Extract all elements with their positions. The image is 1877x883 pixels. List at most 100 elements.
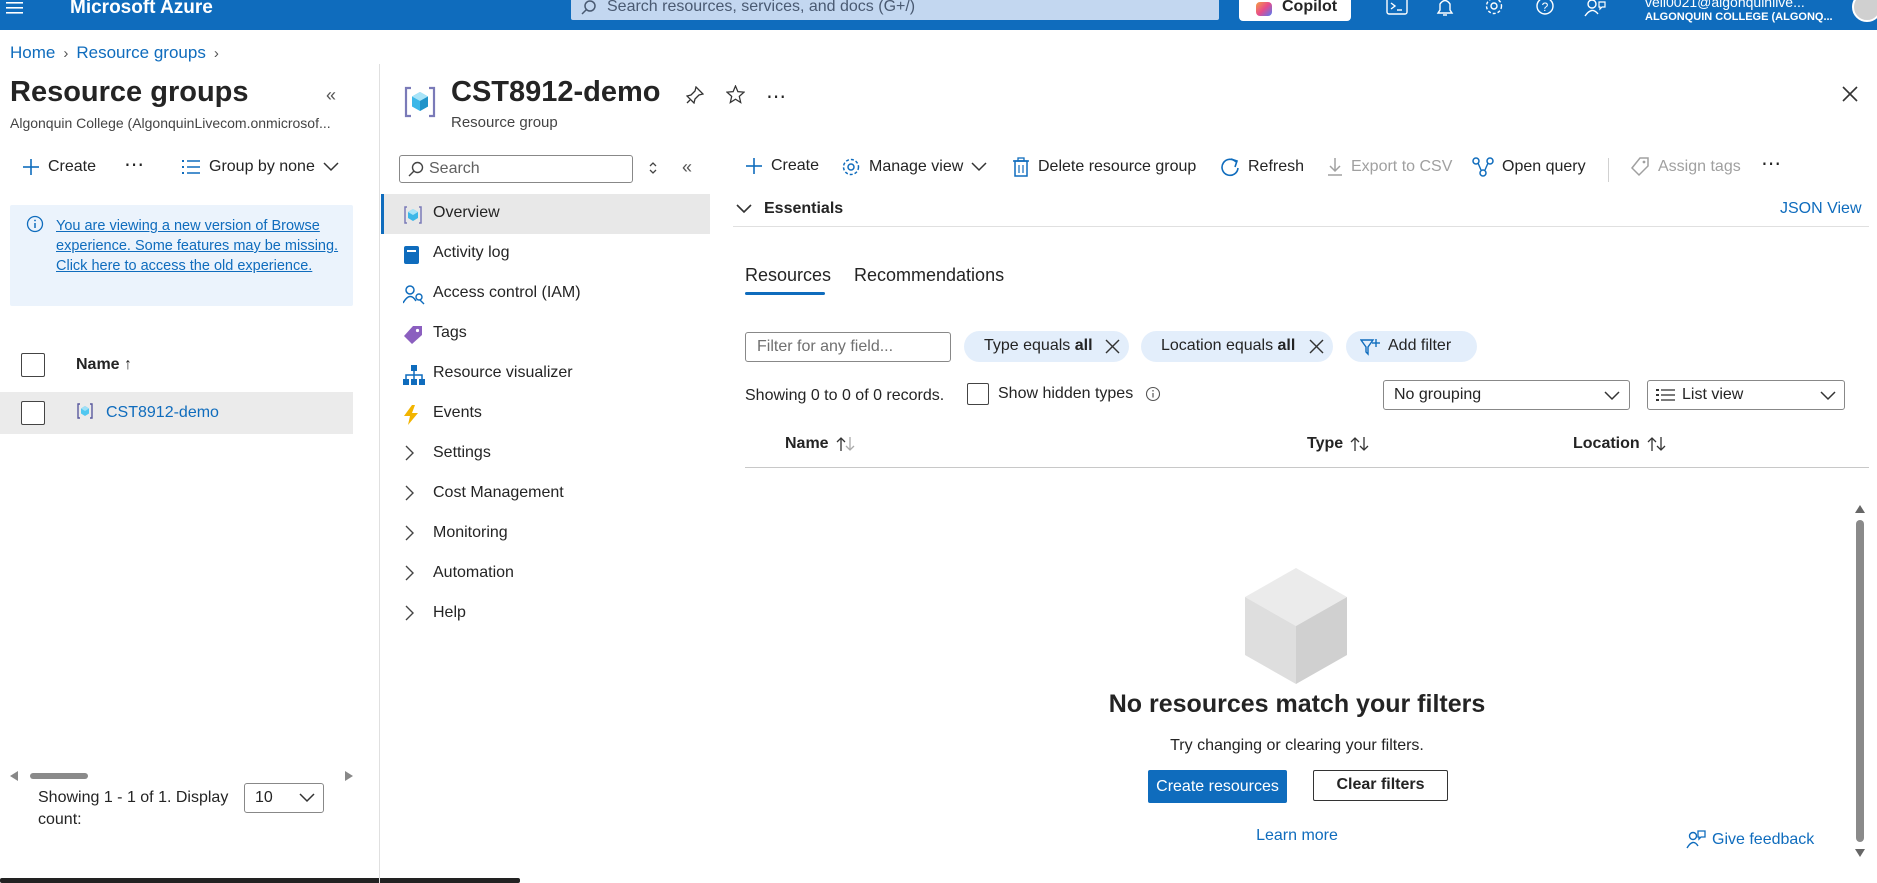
collapse-nav-icon[interactable]: « (682, 157, 692, 178)
filter-input[interactable]: Filter for any field... (745, 332, 951, 362)
grouping-select[interactable]: No grouping (1383, 380, 1630, 410)
nav-settings[interactable]: Settings (381, 434, 710, 474)
remove-filter-icon[interactable] (1105, 339, 1120, 354)
nav-resource-visualizer[interactable]: Resource visualizer (381, 354, 710, 394)
nav-tags-label: Tags (433, 324, 467, 341)
chevron-down-icon (323, 162, 339, 172)
grouping-value: No grouping (1394, 386, 1482, 403)
iam-icon (403, 285, 425, 305)
hamburger-menu-icon[interactable] (6, 1, 24, 15)
nav-automation[interactable]: Automation (381, 554, 710, 594)
feedback-person-icon[interactable] (1584, 0, 1606, 18)
close-icon[interactable] (1841, 85, 1859, 103)
help-question-icon[interactable]: ? (1535, 0, 1555, 18)
nav-overview[interactable]: Overview (381, 194, 710, 234)
select-all-checkbox[interactable] (21, 353, 45, 377)
nav-search-input[interactable]: Search (399, 155, 633, 183)
group-by-label: Group by none (209, 158, 315, 175)
pin-icon[interactable] (686, 86, 704, 104)
chevron-down-icon (1604, 391, 1620, 401)
breadcrumb-resource-groups[interactable]: Resource groups (76, 43, 205, 62)
collapse-left-panel-icon[interactable]: « (326, 85, 336, 106)
location-column-header[interactable]: Location (1573, 435, 1668, 453)
tab-resources[interactable]: Resources (745, 265, 831, 286)
type-column-header[interactable]: Type (1307, 435, 1371, 453)
nav-events[interactable]: Events (381, 394, 710, 434)
name-column-header[interactable]: Name ↑ (76, 356, 132, 374)
more-options-icon[interactable]: ⋯ (124, 152, 144, 177)
row-checkbox[interactable] (21, 401, 45, 425)
show-hidden-types-label[interactable]: Show hidden types (998, 385, 1133, 403)
nav-help[interactable]: Help (381, 594, 710, 634)
essentials-toggle[interactable]: Essentials (764, 200, 843, 218)
horizontal-scrollbar[interactable] (10, 770, 353, 782)
nav-activity-log-label: Activity log (433, 244, 510, 261)
nav-iam[interactable]: Access control (IAM) (381, 274, 710, 314)
nav-tags[interactable]: Tags (381, 314, 710, 354)
essentials-chevron-icon[interactable] (736, 204, 752, 214)
notifications-bell-icon[interactable] (1436, 0, 1454, 18)
cmd-more-icon[interactable]: ⋯ (1761, 151, 1781, 176)
breadcrumb-home[interactable]: Home (10, 43, 55, 62)
cmd-assign-tags-button[interactable]: Assign tags (1630, 157, 1741, 177)
cmd-refresh-button[interactable]: Refresh (1220, 157, 1304, 177)
account-email[interactable]: vell0021@algonquinlive... (1645, 0, 1805, 10)
cmd-export-csv-button[interactable]: Export to CSV (1327, 157, 1452, 177)
type-filter-value: all (1074, 337, 1093, 354)
location-filter-prefix: Location equals (1161, 337, 1278, 354)
brand-title[interactable]: Microsoft Azure (70, 0, 213, 19)
give-feedback-link[interactable]: Give feedback (1686, 830, 1814, 850)
account-org[interactable]: ALGONQUIN COLLEGE (ALGONQ... (1645, 11, 1833, 23)
cmd-open-query-button[interactable]: Open query (1472, 157, 1586, 177)
type-filter-pill[interactable]: Type equals all (964, 331, 1129, 362)
view-select[interactable]: List view (1647, 380, 1845, 410)
nav-search-placeholder: Search (429, 160, 480, 177)
avatar[interactable] (1852, 0, 1877, 22)
visualizer-icon (403, 365, 425, 385)
info-banner[interactable]: You are viewing a new version of Browse … (10, 205, 353, 306)
cmd-create-button[interactable]: Create (745, 157, 819, 175)
group-by-button[interactable]: Group by none (181, 158, 339, 176)
display-count-select[interactable]: 10 (244, 783, 324, 813)
nav-cost-management[interactable]: Cost Management (381, 474, 710, 514)
settings-gear-icon[interactable] (1484, 0, 1504, 18)
create-resources-button[interactable]: Create resources (1148, 770, 1287, 803)
breadcrumb-separator-icon: › (213, 45, 219, 62)
chevron-right-icon (403, 485, 421, 503)
cmd-delete-label: Delete resource group (1038, 158, 1197, 175)
learn-more-link[interactable]: Learn more (1000, 827, 1594, 845)
create-button[interactable]: Create (22, 158, 96, 176)
cmd-manage-view-button[interactable]: Manage view (841, 157, 987, 177)
vertical-scrollbar[interactable] (1852, 503, 1868, 859)
cmd-delete-button[interactable]: Delete resource group (1012, 157, 1196, 177)
json-view-link[interactable]: JSON View (1780, 200, 1862, 218)
nav-cost-management-label: Cost Management (433, 484, 564, 501)
nav-monitoring[interactable]: Monitoring (381, 514, 710, 554)
favorite-star-icon[interactable] (726, 85, 745, 104)
info-banner-link[interactable]: You are viewing a new version of Browse … (56, 216, 346, 276)
add-filter-button[interactable]: Add filter (1346, 331, 1477, 362)
clear-filters-button[interactable]: Clear filters (1313, 770, 1448, 801)
empty-cube-icon (1243, 566, 1349, 686)
lightning-icon (403, 405, 421, 425)
nav-resource-visualizer-label: Resource visualizer (433, 364, 573, 381)
empty-state-title: No resources match your filters (1108, 690, 1486, 718)
show-hidden-types-checkbox[interactable] (967, 383, 989, 405)
global-search-input[interactable]: Search resources, services, and docs (G+… (571, 0, 1219, 20)
add-filter-label: Add filter (1388, 337, 1452, 354)
expand-collapse-icon[interactable] (647, 160, 659, 176)
more-options-icon[interactable]: ⋯ (766, 84, 786, 109)
add-filter-icon (1360, 338, 1380, 356)
copilot-button[interactable]: Copilot (1239, 0, 1351, 21)
info-icon[interactable] (1145, 386, 1161, 402)
tab-recommendations[interactable]: Recommendations (854, 265, 1004, 286)
create-label: Create (48, 158, 97, 175)
location-column-label: Location (1573, 435, 1640, 452)
location-filter-pill[interactable]: Location equals all (1141, 331, 1333, 362)
name-column-header[interactable]: Name (785, 435, 857, 453)
cloud-shell-icon[interactable] (1386, 0, 1408, 18)
remove-filter-icon[interactable] (1309, 339, 1324, 354)
resource-group-link[interactable]: CST8912-demo (106, 404, 219, 422)
type-filter-prefix: Type equals (984, 337, 1075, 354)
nav-activity-log[interactable]: Activity log (381, 234, 710, 274)
